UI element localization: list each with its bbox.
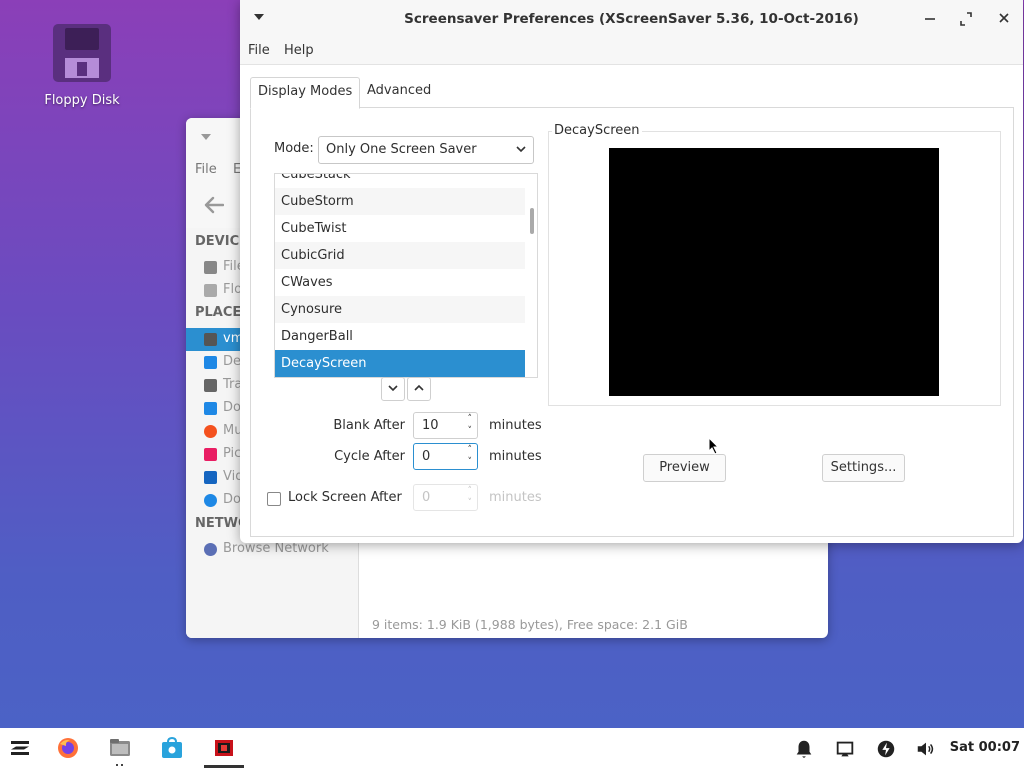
chevron-up-icon bbox=[414, 384, 424, 391]
window-title: Screensaver Preferences (XScreenSaver 5.… bbox=[404, 11, 859, 27]
sidebar-item-label: De bbox=[223, 354, 242, 369]
preview-button[interactable]: Preview bbox=[643, 454, 726, 482]
increment-icon[interactable]: ˄ bbox=[468, 415, 473, 424]
xscreensaver-icon[interactable] bbox=[212, 736, 236, 760]
list-item[interactable]: CWaves bbox=[275, 269, 525, 296]
decrement-icon[interactable]: ˅ bbox=[468, 427, 473, 436]
cycle-after-unit: minutes bbox=[489, 449, 542, 464]
list-item[interactable]: CubicGrid bbox=[275, 242, 525, 269]
list-item[interactable]: CubeTwist bbox=[275, 215, 525, 242]
lock-screen-checkbox[interactable] bbox=[267, 492, 281, 506]
chevron-down-icon bbox=[388, 385, 398, 392]
files-icon[interactable] bbox=[108, 736, 132, 760]
documents-icon bbox=[204, 402, 217, 415]
display-icon[interactable] bbox=[834, 738, 856, 760]
desktop-icon-floppy[interactable]: Floppy Disk bbox=[40, 24, 124, 108]
lock-screen-label: Lock Screen After bbox=[288, 490, 402, 505]
sidebar-item-label: Pic bbox=[223, 446, 242, 461]
downloads-icon bbox=[204, 494, 217, 507]
blank-after-value: 10 bbox=[422, 418, 439, 433]
preview-frame-label: DecayScreen bbox=[552, 123, 642, 138]
screensaver-list[interactable]: CubeStack CubeStorm CubeTwist CubicGrid … bbox=[274, 173, 538, 378]
menu-file[interactable]: File bbox=[248, 43, 270, 58]
list-item[interactable]: Cynosure bbox=[275, 296, 525, 323]
menu-file[interactable]: File bbox=[195, 162, 217, 177]
network-icon bbox=[204, 543, 217, 556]
scrollbar-thumb[interactable] bbox=[530, 208, 534, 234]
sidebar-item-label: Do bbox=[223, 400, 241, 415]
desktop-icon-label: Floppy Disk bbox=[44, 93, 120, 108]
prev-saver-button[interactable] bbox=[407, 377, 431, 401]
floppy-disk-icon bbox=[53, 24, 111, 82]
home-icon bbox=[204, 333, 217, 346]
minimize-button[interactable] bbox=[920, 9, 940, 29]
close-button[interactable] bbox=[994, 9, 1014, 29]
maximize-icon bbox=[960, 12, 972, 26]
maximize-button[interactable] bbox=[956, 9, 976, 29]
status-bar: 9 items: 1.9 KiB (1,988 bytes), Free spa… bbox=[372, 617, 688, 632]
lock-after-stepper[interactable]: 0 ˄ ˅ bbox=[413, 484, 478, 511]
taskbar: Sat 00:07 bbox=[0, 728, 1024, 768]
power-icon[interactable] bbox=[875, 738, 897, 760]
close-icon bbox=[999, 13, 1009, 23]
software-store-icon[interactable] bbox=[160, 736, 184, 760]
list-item[interactable]: CubeStorm bbox=[275, 188, 525, 215]
mode-select-value: Only One Screen Saver bbox=[326, 142, 477, 157]
desktop-icon bbox=[204, 356, 217, 369]
tab-display-modes[interactable]: Display Modes bbox=[250, 77, 361, 109]
list-scrollbar[interactable] bbox=[525, 174, 537, 377]
minimize-icon bbox=[925, 18, 935, 20]
pictures-icon bbox=[204, 448, 217, 461]
running-indicator bbox=[116, 764, 124, 766]
increment-icon[interactable]: ˄ bbox=[468, 487, 473, 496]
music-icon bbox=[204, 425, 217, 438]
chevron-down-icon bbox=[516, 146, 526, 153]
mouse-pointer-icon bbox=[708, 437, 720, 455]
cycle-after-value: 0 bbox=[422, 449, 431, 464]
menu-help[interactable]: Help bbox=[284, 43, 314, 58]
clock[interactable]: Sat 00:07 bbox=[950, 740, 1020, 755]
videos-icon bbox=[204, 471, 217, 484]
mode-select[interactable]: Only One Screen Saver bbox=[318, 136, 534, 164]
cycle-after-stepper[interactable]: 0 ˄ ˅ bbox=[413, 443, 478, 470]
mode-label: Mode: bbox=[274, 141, 314, 156]
list-item[interactable]: CubeStack bbox=[275, 174, 525, 188]
blank-after-label: Blank After bbox=[333, 418, 405, 433]
window-menu-icon[interactable] bbox=[201, 134, 211, 140]
bell-icon[interactable] bbox=[793, 738, 815, 760]
cycle-after-label: Cycle After bbox=[334, 449, 405, 464]
trash-icon bbox=[204, 379, 217, 392]
next-saver-button[interactable] bbox=[381, 377, 405, 401]
decrement-icon[interactable]: ˅ bbox=[468, 499, 473, 508]
window-menubar: File Help bbox=[240, 38, 1023, 65]
tab-advanced[interactable]: Advanced bbox=[360, 77, 438, 107]
settings-button[interactable]: Settings... bbox=[822, 454, 905, 482]
preview-screen bbox=[609, 148, 939, 396]
blank-after-stepper[interactable]: 10 ˄ ˅ bbox=[413, 412, 478, 439]
increment-icon[interactable]: ˄ bbox=[468, 446, 473, 455]
sidebar-section-places: PLACE bbox=[195, 305, 242, 320]
drive-icon bbox=[204, 261, 217, 274]
blank-after-unit: minutes bbox=[489, 418, 542, 433]
lock-after-unit: minutes bbox=[489, 490, 542, 505]
screensaver-window[interactable]: Screensaver Preferences (XScreenSaver 5.… bbox=[240, 0, 1023, 543]
window-titlebar[interactable]: Screensaver Preferences (XScreenSaver 5.… bbox=[240, 0, 1023, 38]
decrement-icon[interactable]: ˅ bbox=[468, 458, 473, 467]
list-item-selected[interactable]: DecayScreen bbox=[275, 350, 525, 377]
list-item[interactable]: DangerBall bbox=[275, 323, 525, 350]
sidebar-item-label: Do bbox=[223, 492, 241, 507]
back-arrow-icon[interactable] bbox=[204, 196, 224, 214]
lock-after-value: 0 bbox=[422, 490, 431, 505]
firefox-icon[interactable] bbox=[56, 736, 80, 760]
volume-icon[interactable] bbox=[915, 738, 937, 760]
sidebar-item-label: Browse Network bbox=[223, 541, 329, 556]
floppy-icon bbox=[204, 284, 217, 297]
zorin-menu-icon[interactable] bbox=[8, 736, 32, 760]
